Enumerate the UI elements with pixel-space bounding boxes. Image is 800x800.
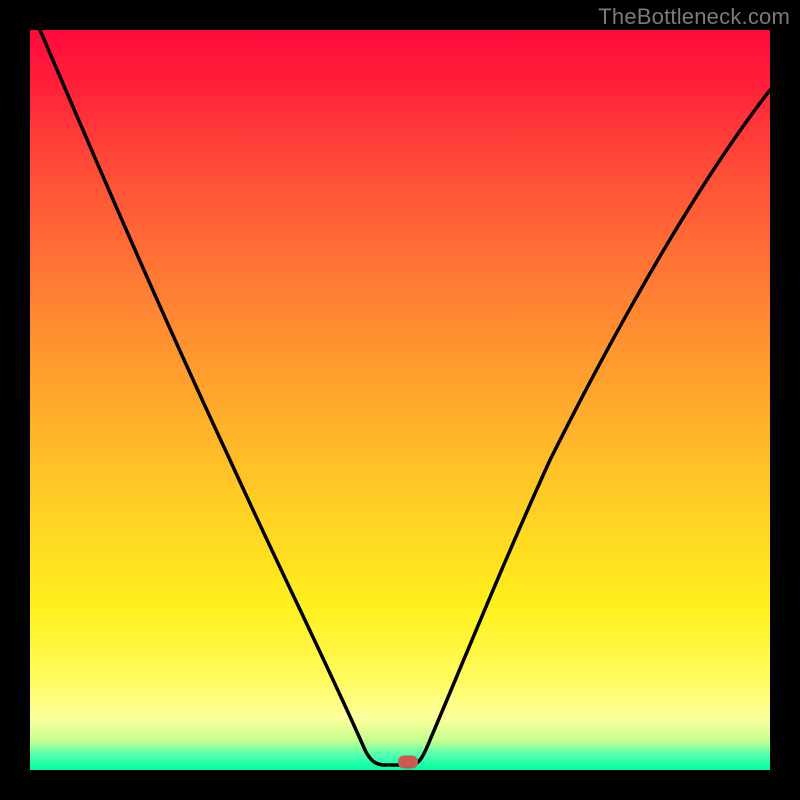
curve-path <box>40 30 770 765</box>
chart-frame: TheBottleneck.com <box>0 0 800 800</box>
watermark-text: TheBottleneck.com <box>598 4 790 30</box>
optimal-marker <box>398 756 418 769</box>
bottleneck-curve <box>30 30 770 770</box>
plot-area <box>30 30 770 770</box>
